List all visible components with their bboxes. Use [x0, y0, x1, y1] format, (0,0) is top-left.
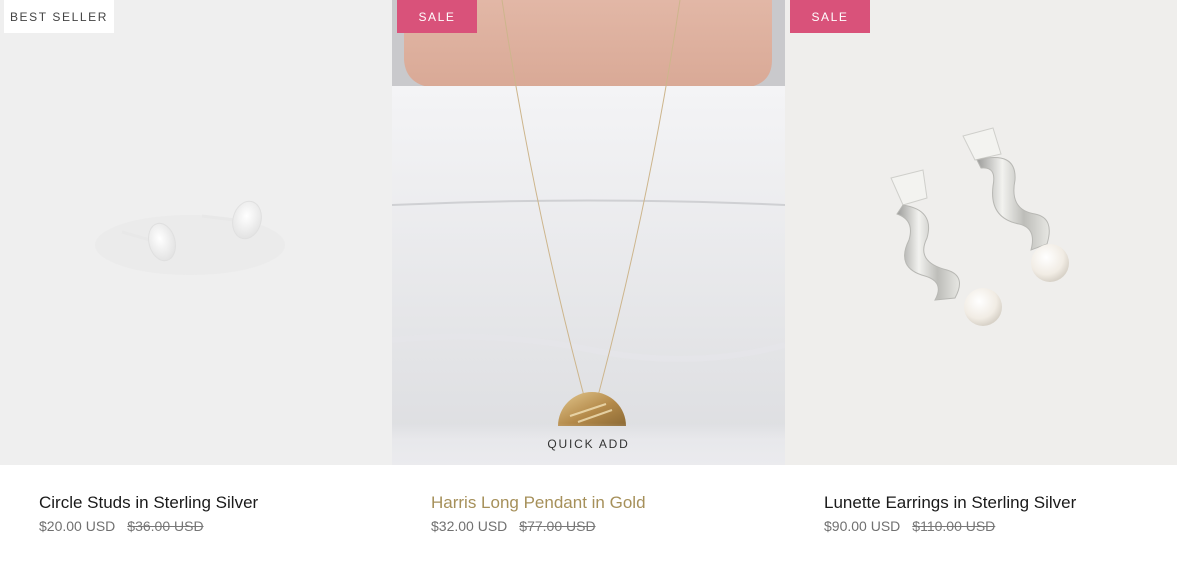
price-row: $32.00 USD $77.00 USD [431, 517, 775, 535]
lunette-earrings-image [890, 127, 1069, 326]
sale-price: $32.00 USD [431, 518, 508, 534]
gold-pendant-image [392, 0, 785, 465]
best-seller-badge: BEST SELLER [4, 0, 114, 33]
quick-add-button[interactable]: QUICK ADD [392, 423, 785, 465]
product-grid: BEST SELLER Circle Studs in Sterling Sil… [0, 0, 1177, 577]
product-title[interactable]: Circle Studs in Sterling Silver [39, 493, 382, 513]
product-info: Lunette Earrings in Sterling Silver $90.… [824, 493, 1167, 535]
product-info: Circle Studs in Sterling Silver $20.00 U… [39, 493, 382, 535]
product-title[interactable]: Harris Long Pendant in Gold [431, 493, 775, 513]
price-row: $20.00 USD $36.00 USD [39, 517, 382, 535]
product-title[interactable]: Lunette Earrings in Sterling Silver [824, 493, 1167, 513]
product-card-lunette-earrings[interactable]: SALE Lunette Earrings in Sterling Silver… [785, 0, 1177, 577]
sale-price: $90.00 USD [824, 518, 901, 534]
product-card-harris-pendant[interactable]: QUICK ADD SALE Harris Long Pendant in Go… [392, 0, 785, 577]
product-card-circle-studs[interactable]: BEST SELLER Circle Studs in Sterling Sil… [0, 0, 392, 577]
product-image[interactable] [0, 0, 392, 465]
compare-price: $36.00 USD [127, 518, 204, 534]
product-image[interactable] [785, 0, 1177, 465]
sale-price: $20.00 USD [39, 518, 116, 534]
sale-badge: SALE [397, 0, 477, 33]
compare-price: $77.00 USD [519, 518, 596, 534]
product-image[interactable]: QUICK ADD [392, 0, 785, 465]
sale-badge: SALE [790, 0, 870, 33]
product-info: Harris Long Pendant in Gold $32.00 USD $7… [431, 493, 775, 535]
price-row: $90.00 USD $110.00 USD [824, 517, 1167, 535]
circle-studs-image [95, 200, 285, 275]
compare-price: $110.00 USD [912, 518, 996, 534]
